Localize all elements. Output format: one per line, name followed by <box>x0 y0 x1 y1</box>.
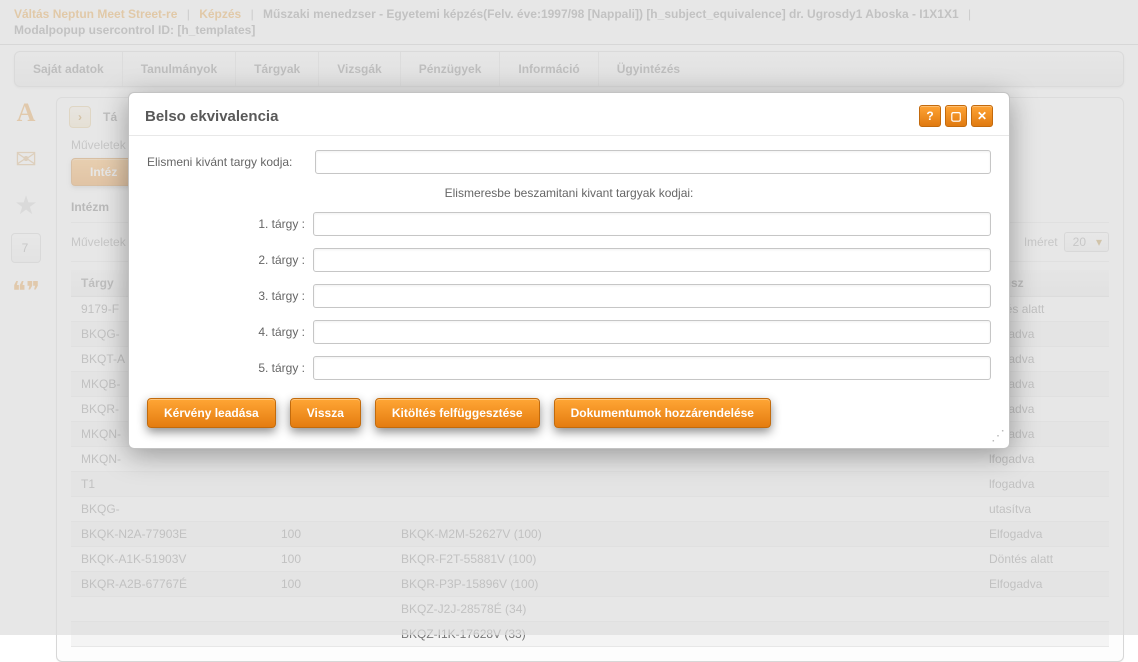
field-1-label: 1. tárgy : <box>147 217 313 231</box>
code-label: Elismeni kivánt targy kodja: <box>147 155 315 169</box>
modal-subheader: Elismeresbe beszamitani kivant targyak k… <box>147 186 991 200</box>
field-2-input[interactable] <box>313 248 991 272</box>
field-4-input[interactable] <box>313 320 991 344</box>
code-input[interactable] <box>315 150 991 174</box>
field-1-input[interactable] <box>313 212 991 236</box>
resize-grip-icon[interactable]: ⋰ <box>991 427 1003 444</box>
field-5-input[interactable] <box>313 356 991 380</box>
maximize-icon[interactable]: ▢ <box>945 105 967 127</box>
modal-overlay: Belso ekvivalencia ? ▢ ✕ Elismeni kivánt… <box>0 0 1138 635</box>
modal-dialog: Belso ekvivalencia ? ▢ ✕ Elismeni kivánt… <box>128 92 1010 449</box>
close-icon[interactable]: ✕ <box>971 105 993 127</box>
suspend-button[interactable]: Kitöltés felfüggesztése <box>375 398 540 428</box>
field-2-label: 2. tárgy : <box>147 253 313 267</box>
submit-button[interactable]: Kérvény leadása <box>147 398 276 428</box>
docs-button[interactable]: Dokumentumok hozzárendelése <box>554 398 771 428</box>
field-3-input[interactable] <box>313 284 991 308</box>
field-4-label: 4. tárgy : <box>147 325 313 339</box>
back-button[interactable]: Vissza <box>290 398 361 428</box>
help-icon[interactable]: ? <box>919 105 941 127</box>
field-3-label: 3. tárgy : <box>147 289 313 303</box>
modal-title: Belso ekvivalencia <box>145 108 915 125</box>
field-5-label: 5. tárgy : <box>147 361 313 375</box>
